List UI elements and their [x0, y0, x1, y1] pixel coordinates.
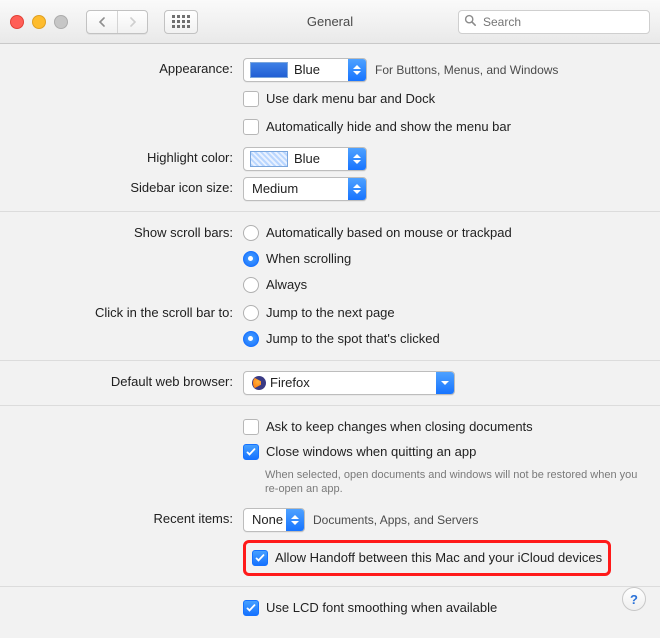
autohide-menu-checkbox[interactable]: Automatically hide and show the menu bar	[243, 116, 511, 138]
divider	[0, 405, 660, 406]
search-field-wrap	[458, 10, 650, 34]
divider	[0, 360, 660, 361]
search-icon	[464, 14, 477, 30]
highlight-swatch	[250, 151, 288, 167]
search-input[interactable]	[458, 10, 650, 34]
stepper-icon	[286, 509, 304, 531]
window-controls	[10, 15, 68, 29]
stepper-icon	[348, 59, 366, 81]
close-window-button[interactable]	[10, 15, 24, 29]
appearance-swatch	[250, 62, 288, 78]
forward-button[interactable]	[117, 11, 147, 33]
close-windows-note: When selected, open documents and window…	[265, 468, 642, 496]
autohide-menu-label: Automatically hide and show the menu bar	[266, 116, 511, 138]
highlight-value: Blue	[294, 148, 344, 170]
show-all-button[interactable]	[164, 10, 198, 34]
scroll-radio-always[interactable]: Always	[243, 274, 512, 296]
general-pane: Appearance: Blue For Buttons, Menus, and…	[0, 44, 660, 638]
recent-items-select[interactable]: None	[243, 508, 305, 532]
highlight-select[interactable]: Blue	[243, 147, 367, 171]
ask-changes-checkbox[interactable]: Ask to keep changes when closing documen…	[243, 416, 533, 438]
stepper-icon	[348, 148, 366, 170]
label-highlight: Highlight color:	[18, 147, 243, 169]
scroll-radio-auto[interactable]: Automatically based on mouse or trackpad	[243, 222, 512, 244]
zoom-window-button[interactable]	[54, 15, 68, 29]
scroll-radio-label: When scrolling	[266, 248, 351, 270]
handoff-label: Allow Handoff between this Mac and your …	[275, 547, 602, 569]
scroll-radio-label: Always	[266, 274, 307, 296]
label-recent: Recent items:	[18, 508, 243, 530]
lcd-smoothing-label: Use LCD font smoothing when available	[266, 597, 497, 619]
dark-menu-label: Use dark menu bar and Dock	[266, 88, 435, 110]
scroll-radio-group: Automatically based on mouse or trackpad…	[243, 222, 512, 296]
back-button[interactable]	[87, 11, 117, 33]
firefox-icon	[252, 376, 266, 390]
ask-changes-label: Ask to keep changes when closing documen…	[266, 416, 533, 438]
recent-items-trail: Documents, Apps, and Servers	[313, 509, 478, 531]
label-sidebar: Sidebar icon size:	[18, 177, 243, 199]
toolbar: General	[0, 0, 660, 44]
close-windows-label: Close windows when quitting an app	[266, 441, 476, 463]
scroll-radio-when[interactable]: When scrolling	[243, 248, 512, 270]
divider	[0, 211, 660, 212]
minimize-window-button[interactable]	[32, 15, 46, 29]
click-radio-next[interactable]: Jump to the next page	[243, 302, 440, 324]
stepper-icon	[348, 178, 366, 200]
dark-menu-checkbox[interactable]: Use dark menu bar and Dock	[243, 88, 435, 110]
sidebar-size-value: Medium	[244, 178, 322, 200]
handoff-highlight: Allow Handoff between this Mac and your …	[243, 540, 611, 576]
click-radio-spot[interactable]: Jump to the spot that's clicked	[243, 328, 440, 350]
lcd-smoothing-checkbox[interactable]: Use LCD font smoothing when available	[243, 597, 497, 619]
scroll-radio-label: Automatically based on mouse or trackpad	[266, 222, 512, 244]
help-button[interactable]: ?	[622, 587, 646, 611]
close-windows-checkbox[interactable]: Close windows when quitting an app	[243, 441, 476, 463]
appearance-select[interactable]: Blue	[243, 58, 367, 82]
label-click: Click in the scroll bar to:	[18, 302, 243, 324]
appearance-value: Blue	[294, 59, 344, 81]
handoff-checkbox[interactable]: Allow Handoff between this Mac and your …	[252, 547, 602, 569]
click-radio-label: Jump to the spot that's clicked	[266, 328, 440, 350]
click-radio-group: Jump to the next page Jump to the spot t…	[243, 302, 440, 350]
sidebar-size-select[interactable]: Medium	[243, 177, 367, 201]
click-radio-label: Jump to the next page	[266, 302, 395, 324]
appearance-trail: For Buttons, Menus, and Windows	[375, 59, 558, 81]
nav-back-forward	[86, 10, 148, 34]
browser-value: Firefox	[270, 372, 310, 394]
browser-select[interactable]: Firefox	[243, 371, 455, 395]
divider	[0, 586, 660, 587]
label-appearance: Appearance:	[18, 58, 243, 80]
stepper-icon	[436, 372, 454, 394]
label-scroll: Show scroll bars:	[18, 222, 243, 244]
label-browser: Default web browser:	[18, 371, 243, 393]
grid-icon	[172, 15, 190, 28]
